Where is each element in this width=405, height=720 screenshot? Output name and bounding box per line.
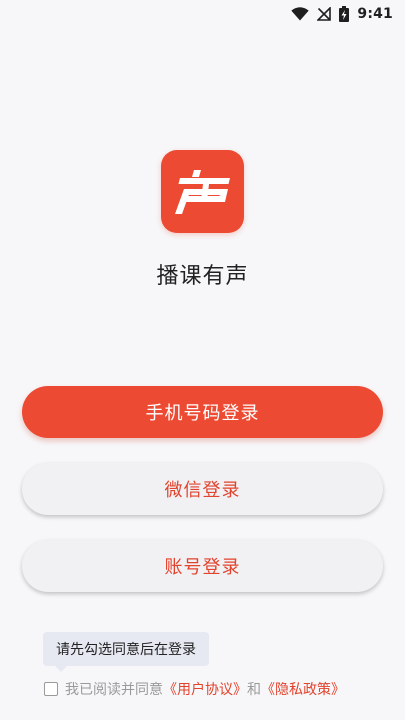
app-logo-glyph <box>174 169 230 214</box>
wechat-login-button[interactable]: 微信登录 <box>22 463 383 515</box>
status-bar: 9:41 <box>0 0 405 28</box>
phone-login-button[interactable]: 手机号码登录 <box>22 386 383 438</box>
no-signal-icon <box>317 7 332 21</box>
account-login-button[interactable]: 账号登录 <box>22 540 383 592</box>
battery-charging-icon <box>339 6 350 22</box>
login-screen: 9:41 播课有声 手机号码登录 微信登录 账号登录 请先勾选同意后在登录 我已… <box>0 0 405 720</box>
wifi-icon <box>291 7 310 21</box>
agreement-tooltip: 请先勾选同意后在登录 <box>43 632 209 672</box>
agreement-conjunction: 和 <box>247 682 261 698</box>
agreement-prefix: 我已阅读并同意 <box>65 682 163 698</box>
app-name: 播课有声 <box>156 264 249 289</box>
app-logo <box>161 150 244 233</box>
user-agreement-link[interactable]: 《用户协议》 <box>163 679 247 699</box>
privacy-policy-link[interactable]: 《隐私政策》 <box>261 679 345 699</box>
agreement-row: 我已阅读并同意 《用户协议》 和 《隐私政策》 <box>44 679 345 699</box>
agreement-checkbox[interactable] <box>44 682 58 696</box>
status-time: 9:41 <box>357 6 393 22</box>
